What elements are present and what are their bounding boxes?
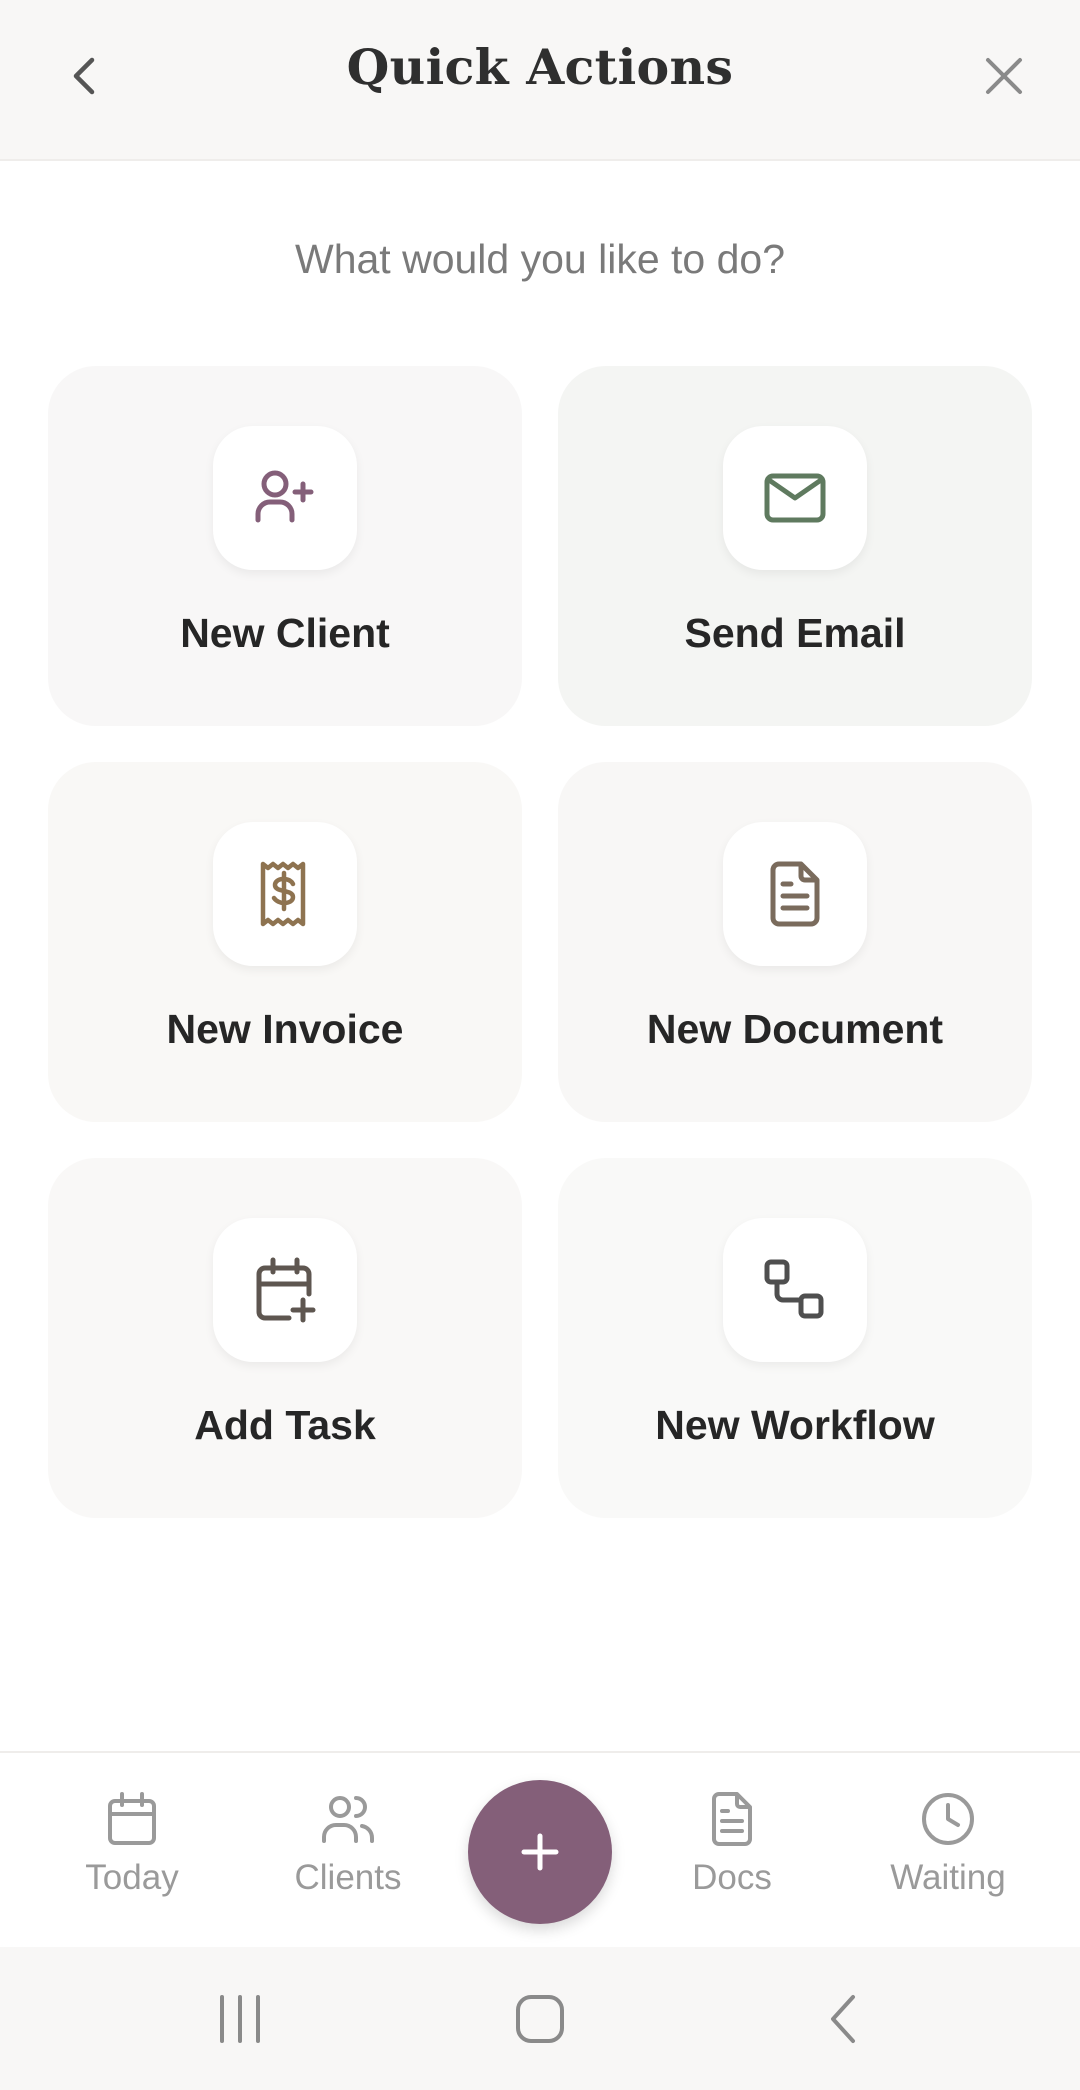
send-email-card[interactable]: Send Email [558, 366, 1032, 726]
action-label: New Client [180, 610, 390, 656]
receipt-dollar-icon [260, 861, 306, 927]
calendar-plus-icon [256, 1257, 316, 1323]
nav-item-waiting[interactable]: Waiting [858, 1789, 1038, 1898]
quick-actions-grid: New Client Send Email New Invoice New Do… [48, 366, 1032, 1518]
add-fab-button[interactable] [468, 1780, 612, 1924]
users-icon [322, 1796, 375, 1843]
nav-label: Waiting [890, 1858, 1006, 1897]
document-icon [712, 1792, 752, 1846]
clock-icon [922, 1793, 974, 1845]
icon-container [213, 1218, 357, 1362]
nav-item-clients[interactable]: Clients [258, 1789, 438, 1898]
user-plus-icon [255, 470, 314, 523]
icon-container [723, 1218, 867, 1362]
icon-container [213, 822, 357, 966]
home-button[interactable] [500, 1987, 580, 2051]
document-icon [770, 861, 820, 927]
new-document-card[interactable]: New Document [558, 762, 1032, 1122]
plus-icon [521, 1833, 559, 1871]
new-workflow-card[interactable]: New Workflow [558, 1158, 1032, 1518]
system-nav-bar [0, 1947, 1080, 2090]
action-label: New Document [646, 1006, 944, 1052]
recent-apps-icon [220, 1995, 260, 2043]
home-icon [516, 1995, 564, 2043]
action-label: New Invoice [166, 1006, 404, 1052]
icon-container [213, 426, 357, 570]
nav-label: Docs [692, 1858, 772, 1897]
icon-container [723, 822, 867, 966]
action-label: New Workflow [655, 1402, 935, 1448]
nav-label: Today [85, 1858, 179, 1897]
add-task-card[interactable]: Add Task [48, 1158, 522, 1518]
prompt-subtitle: What would you like to do? [295, 236, 785, 282]
close-button[interactable] [968, 40, 1040, 112]
bottom-nav: Today Clients Docs Waiting [0, 1751, 1080, 1947]
recent-apps-button[interactable] [200, 1987, 280, 2051]
nav-item-today[interactable]: Today [42, 1789, 222, 1898]
system-back-button[interactable] [803, 1987, 883, 2051]
mail-icon [764, 473, 826, 523]
action-label: Add Task [194, 1402, 376, 1448]
workflow-icon [764, 1259, 824, 1319]
page-title: Quick Actions [346, 38, 734, 96]
new-client-card[interactable]: New Client [48, 366, 522, 726]
close-icon [986, 58, 1022, 94]
header: Quick Actions [0, 0, 1080, 161]
system-back-icon [831, 1995, 855, 2043]
nav-item-docs[interactable]: Docs [642, 1789, 822, 1898]
nav-label: Clients [294, 1858, 402, 1897]
icon-container [723, 426, 867, 570]
new-invoice-card[interactable]: New Invoice [48, 762, 522, 1122]
action-label: Send Email [684, 610, 906, 656]
calendar-icon [108, 1792, 156, 1845]
